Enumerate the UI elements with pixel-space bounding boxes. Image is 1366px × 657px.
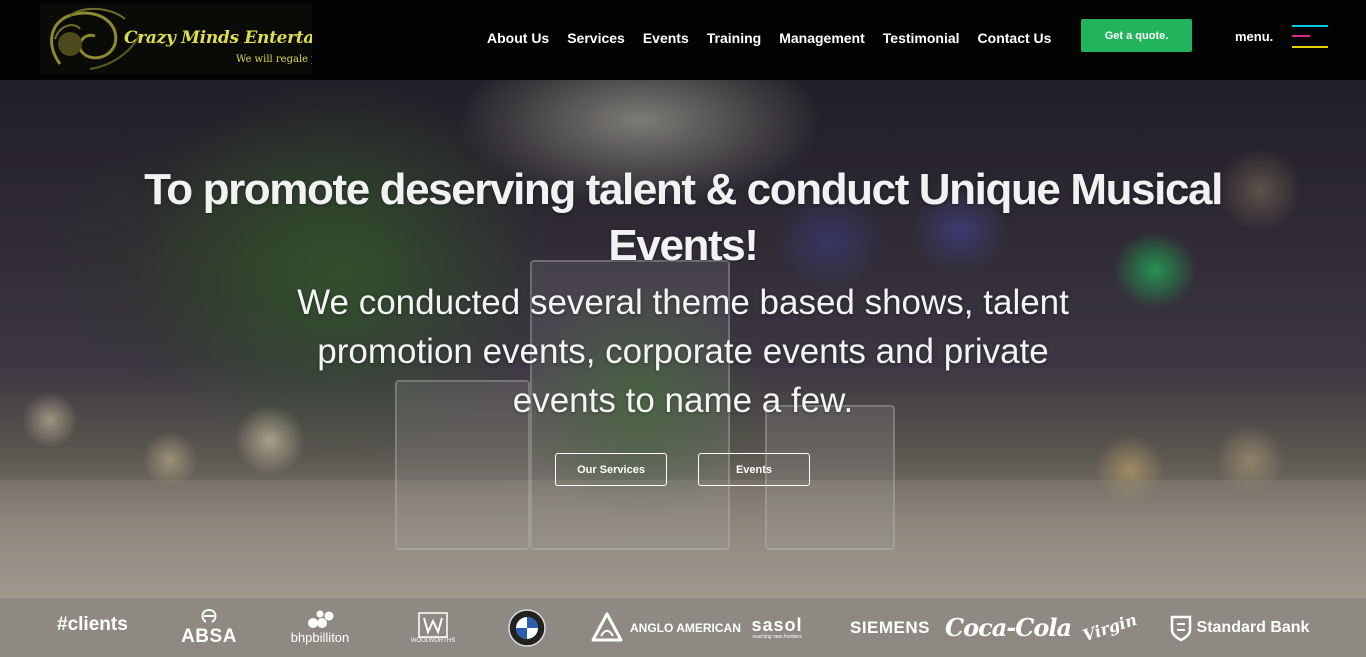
clients-strip: #clients ABSA bhpbilliton WOOLWORTHS ANG… (0, 598, 1366, 657)
brand-tagline: We will regale you (236, 54, 312, 65)
hero-section: To promote deserving talent & conduct Un… (0, 80, 1366, 598)
brand-name: Crazy Minds Entertainment (124, 28, 312, 48)
nav-about-us[interactable]: About Us (478, 30, 558, 46)
absa-icon (201, 608, 217, 623)
brand-logo[interactable]: Crazy Minds Entertainment We will regale… (40, 4, 312, 74)
bmw-icon (508, 608, 546, 647)
standard-bank-logo[interactable]: Standard Bank (1168, 598, 1310, 657)
woolworths-logo[interactable]: WOOLWORTHS (402, 598, 464, 657)
main-nav: About Us Services Events Training Manage… (478, 30, 1060, 46)
clients-label: #clients (57, 614, 128, 635)
siemens-logo[interactable]: SIEMENS (846, 598, 934, 657)
get-quote-button[interactable]: Get a quote. (1081, 19, 1192, 52)
nav-training[interactable]: Training (698, 30, 770, 46)
nav-contact-us[interactable]: Contact Us (969, 30, 1061, 46)
sasol-logo[interactable]: sasol reaching new frontiers (744, 598, 810, 657)
coca-cola-logo[interactable]: Coca-Cola (945, 598, 1072, 657)
menu-label[interactable]: menu. (1235, 29, 1273, 44)
bmw-logo[interactable] (506, 598, 548, 657)
virgin-logo[interactable]: Virgin (1081, 598, 1140, 657)
hero-title: To promote deserving talent & conduct Un… (144, 165, 1223, 270)
nav-events[interactable]: Events (634, 30, 698, 46)
anglo-american-logo[interactable]: ANGLO AMERICAN (588, 598, 741, 657)
bhpbilliton-icon (308, 610, 334, 628)
absa-logo[interactable]: ABSA (172, 598, 246, 657)
hamburger-icon[interactable] (1292, 23, 1328, 49)
nav-testimonial[interactable]: Testimonial (874, 30, 969, 46)
standard-bank-icon (1170, 615, 1191, 641)
bhpbilliton-logo[interactable]: bhpbilliton (282, 598, 358, 657)
anglo-american-icon (591, 612, 623, 641)
our-services-button[interactable]: Our Services (555, 453, 667, 486)
nav-management[interactable]: Management (770, 30, 874, 46)
nav-services[interactable]: Services (558, 30, 634, 46)
woolworths-icon (418, 611, 448, 638)
hero-subtitle: We conducted several theme based shows, … (297, 283, 1069, 420)
events-button[interactable]: Events (698, 453, 810, 486)
site-header: Crazy Minds Entertainment We will regale… (0, 0, 1366, 80)
